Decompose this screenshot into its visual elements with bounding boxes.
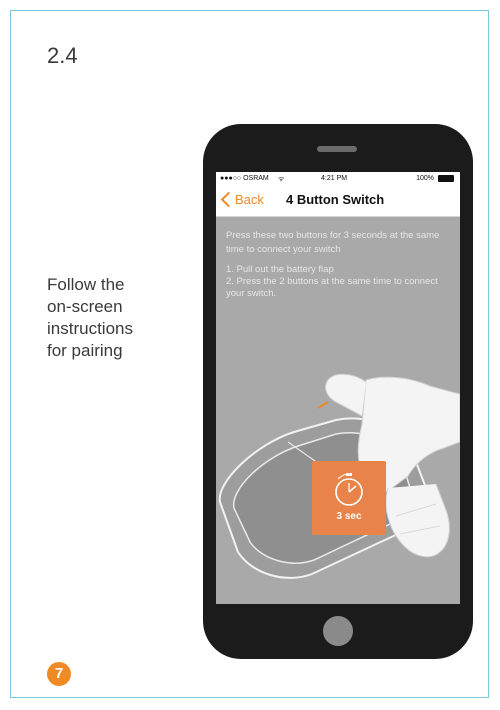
nav-bar: Back 4 Button Switch [216,186,460,217]
nav-title: 4 Button Switch [286,192,385,207]
home-button[interactable] [323,616,353,646]
timer-label: 3 sec [336,511,362,522]
timer-overlay: 3 sec [312,461,386,535]
page-number-badge: 7 [47,662,71,686]
phone-mockup: ●●●○○ OSRAM ᯤ 4:21 PM 100% Back 4 Button… [203,124,473,659]
back-chevron-icon[interactable] [220,191,237,208]
phone-speaker [317,146,357,152]
instruction-text: Follow the on-screen instructions for pa… [47,275,133,360]
status-time: 4:21 PM [321,175,348,182]
pairing-steps: 1. Pull out the battery flap 2. Press th… [226,264,456,300]
stopwatch-icon [335,473,363,506]
pairing-prompt: Press these two buttons for 3 seconds at… [226,230,440,255]
switch-illustration [218,373,460,579]
wifi-icon: ᯤ [278,176,285,183]
battery-icon [438,175,454,182]
back-button[interactable]: Back [235,192,264,207]
carrier-label: ●●●○○ OSRAM [220,175,269,182]
phone-screen: ●●●○○ OSRAM ᯤ 4:21 PM 100% Back 4 Button… [216,172,460,604]
status-bar: ●●●○○ OSRAM ᯤ 4:21 PM 100% [216,172,460,186]
step-item: 1. Pull out the battery flap [226,264,334,275]
step-item: 2. Press the 2 buttons at the same time … [226,276,438,299]
battery-percent: 100% [416,175,434,182]
step-number: 2.4 [47,43,78,68]
